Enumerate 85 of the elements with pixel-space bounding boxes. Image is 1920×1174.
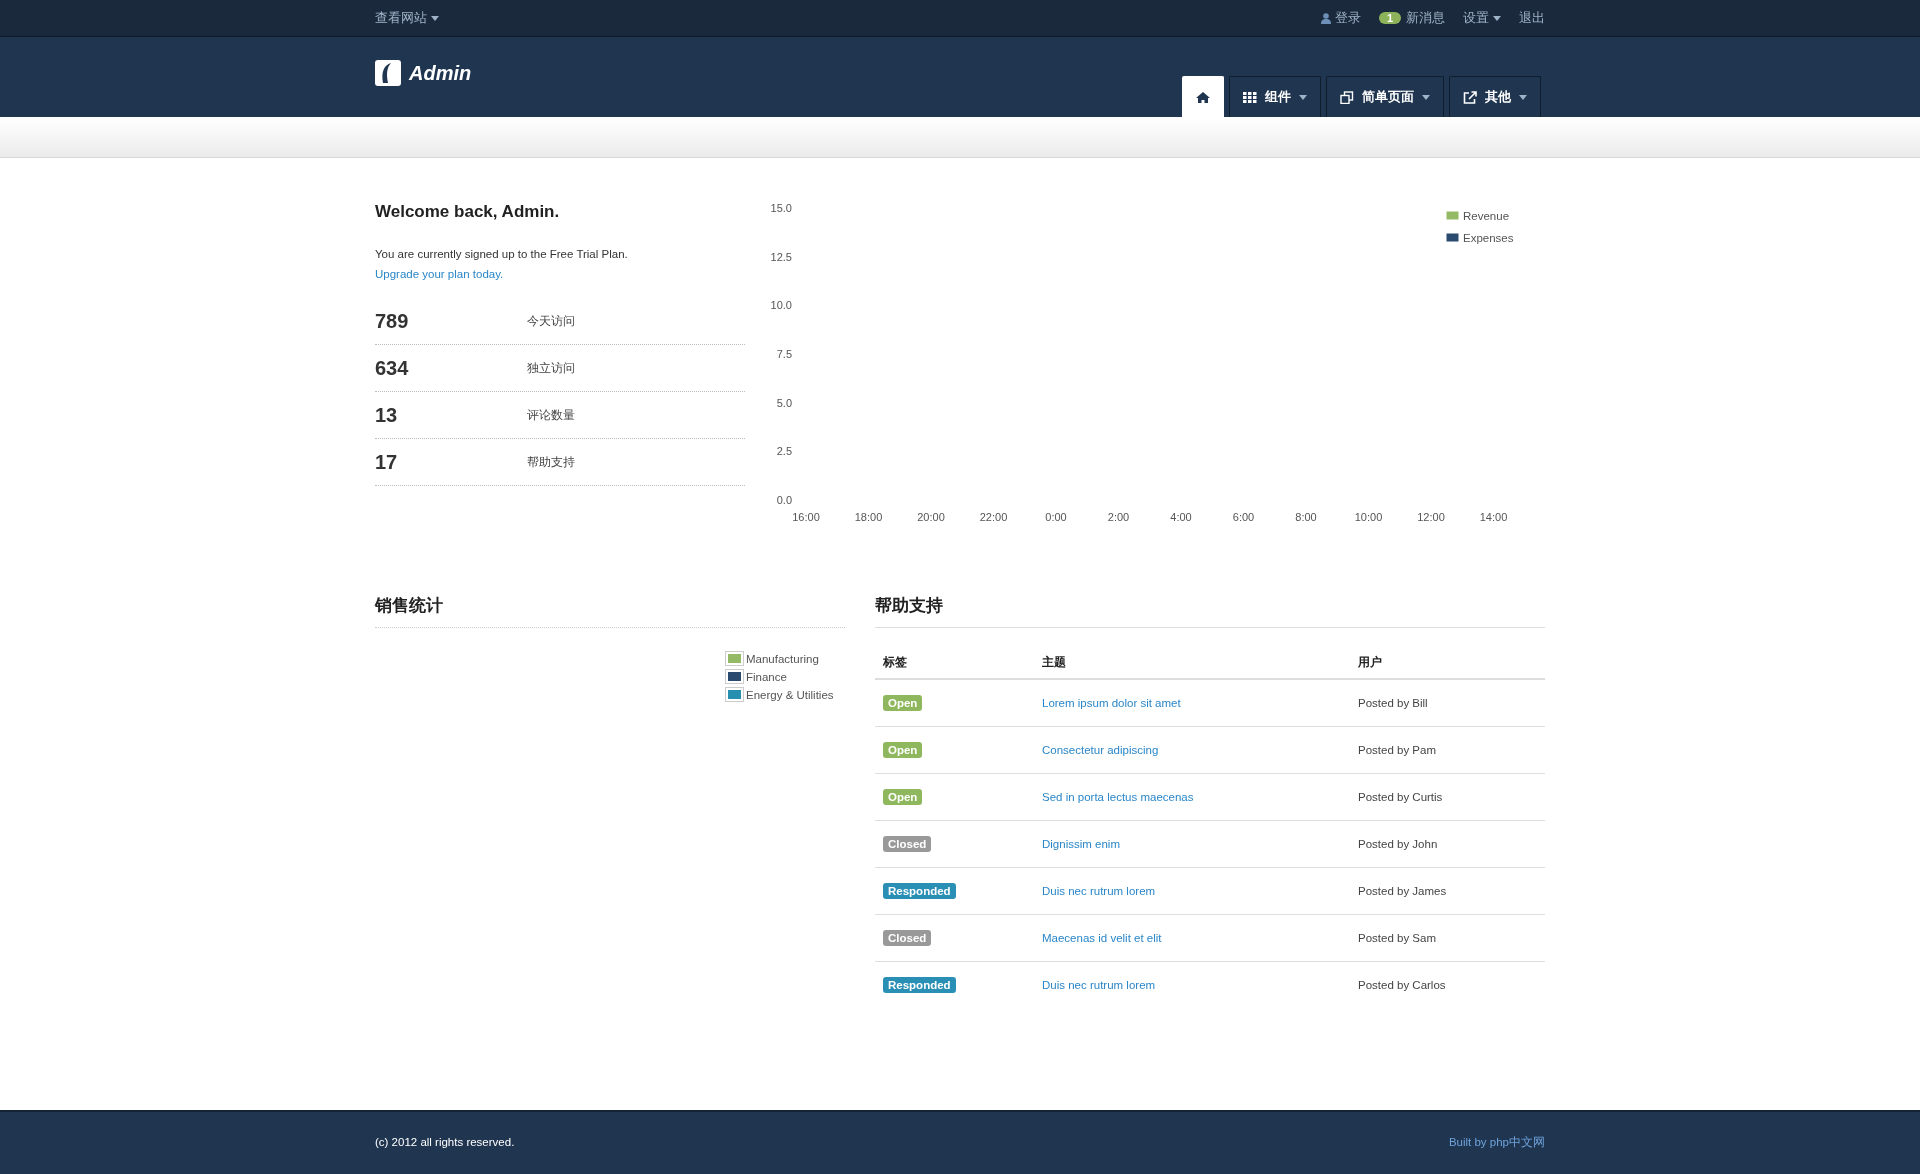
table-cell: Posted by John xyxy=(1350,820,1545,868)
status-badge: Open xyxy=(883,742,923,758)
plan-text: You are currently signed up to the Free Trial Plan. xyxy=(375,248,628,260)
table-cell: Posted by James xyxy=(1350,867,1545,915)
stat-label: 评论数量 xyxy=(527,406,575,424)
logo-icon xyxy=(375,60,401,86)
section-heading: 帮助支持 xyxy=(875,587,1545,628)
axis-label: 8:00 xyxy=(1295,511,1317,523)
table-cell: Posted by Curtis xyxy=(1350,773,1545,821)
topic-link[interactable]: Dignissim enim xyxy=(1042,838,1120,850)
credit-link[interactable]: Built by php中文网 xyxy=(1448,1134,1545,1150)
column-header: 主题 xyxy=(1034,648,1350,679)
stat-value: 789 xyxy=(375,309,410,333)
grid-icon xyxy=(1243,90,1257,104)
axis-label: 16:00 xyxy=(792,511,820,523)
axis-label: 0.0 xyxy=(776,494,792,506)
table-cell: Posted by Pam xyxy=(1350,726,1545,774)
nav-tab[interactable]: 简单页面 xyxy=(1326,76,1444,117)
nav-tab[interactable] xyxy=(1182,76,1224,117)
messages-link[interactable]: 新消息 xyxy=(1406,9,1445,27)
legend-label: Energy & Utilities xyxy=(746,688,834,701)
caret-icon xyxy=(431,15,439,21)
welcome-heading: Welcome back, Admin. xyxy=(375,202,561,222)
topic-link[interactable]: Maecenas id velit et elit xyxy=(1042,932,1162,944)
legend-label: Revenue xyxy=(1463,210,1510,222)
caret-icon xyxy=(1519,94,1527,100)
axis-label: 15.0 xyxy=(770,202,792,214)
topic-link[interactable]: Consectetur adipiscing xyxy=(1042,744,1159,756)
caret-icon xyxy=(1422,94,1430,100)
message-count-badge: 1 xyxy=(1378,12,1401,24)
site-menu[interactable]: 查看网站 xyxy=(375,9,439,27)
table-cell: Posted by Sam xyxy=(1350,914,1545,962)
status-badge: Responded xyxy=(883,977,956,993)
stat-value: 17 xyxy=(375,450,399,474)
axis-label: 2.5 xyxy=(776,445,792,458)
topic-link[interactable]: Sed in porta lectus maecenas xyxy=(1042,791,1194,803)
pages-icon xyxy=(1340,90,1354,104)
status-badge: Open xyxy=(883,789,923,805)
user-icon xyxy=(1320,12,1331,24)
logout-link[interactable]: 退出 xyxy=(1519,9,1545,27)
stat-label: 今天访问 xyxy=(527,312,575,330)
stat-label: 帮助支持 xyxy=(527,453,575,471)
axis-label: 6:00 xyxy=(1232,511,1255,523)
axis-label: 2:00 xyxy=(1107,511,1130,523)
status-badge: Closed xyxy=(883,930,932,946)
table-cell: Posted by Bill xyxy=(1350,679,1545,727)
legend-label: Expenses xyxy=(1463,232,1514,244)
axis-label: 7.5 xyxy=(776,348,792,360)
stat-value: 634 xyxy=(375,356,410,380)
axis-label: 20:00 xyxy=(917,511,945,523)
stat-value: 13 xyxy=(375,403,399,427)
login-link[interactable]: 登录 xyxy=(1320,9,1361,27)
column-header: 用户 xyxy=(1350,648,1545,679)
axis-label: 4:00 xyxy=(1170,511,1192,523)
topic-link[interactable]: Lorem ipsum dolor sit amet xyxy=(1042,697,1181,709)
logo-text: Admin xyxy=(409,61,472,85)
caret-icon xyxy=(1299,94,1307,100)
settings-menu[interactable]: 设置 xyxy=(1463,9,1501,27)
axis-label: 18:00 xyxy=(854,511,883,523)
topic-link[interactable]: Duis nec rutrum lorem xyxy=(1042,885,1156,897)
nav-tab[interactable]: 组件 xyxy=(1229,76,1321,117)
status-badge: Closed xyxy=(883,836,932,852)
axis-label: 5.0 xyxy=(776,396,792,409)
axis-label: 12.5 xyxy=(770,250,792,263)
axis-label: 14:00 xyxy=(1479,511,1508,523)
axis-label: 12:00 xyxy=(1417,511,1445,523)
stat-label: 独立访问 xyxy=(527,359,575,377)
legend-label: Manufacturing xyxy=(746,652,819,665)
legend-label: Finance xyxy=(746,670,787,683)
external-link-icon xyxy=(1463,90,1477,104)
status-badge: Open xyxy=(883,695,923,711)
axis-label: 0:00 xyxy=(1045,511,1067,523)
axis-label: 10.0 xyxy=(770,299,792,312)
upgrade-link[interactable]: Upgrade your plan today. xyxy=(375,268,504,280)
axis-label: 10:00 xyxy=(1354,511,1383,523)
status-badge: Responded xyxy=(883,883,956,899)
copyright-text: (c) 2012 all rights reserved. xyxy=(375,1136,515,1148)
nav-tab[interactable]: 其他 xyxy=(1449,76,1541,117)
section-heading: 销售统计 xyxy=(375,587,845,628)
caret-icon xyxy=(1493,15,1501,21)
home-icon xyxy=(1196,90,1210,104)
table-cell: Posted by Carlos xyxy=(1350,961,1545,1008)
axis-label: 22:00 xyxy=(979,511,1008,523)
topic-link[interactable]: Duis nec rutrum lorem xyxy=(1042,979,1156,991)
column-header: 标签 xyxy=(875,648,1034,679)
